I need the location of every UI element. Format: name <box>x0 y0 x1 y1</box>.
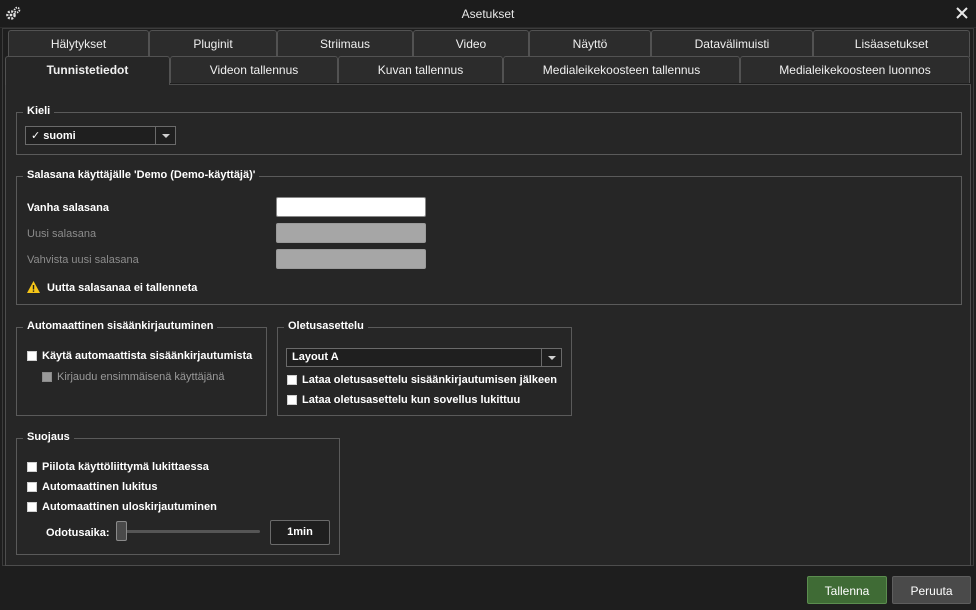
confirm-password-label: Vahvista uusi salasana <box>27 254 139 266</box>
tab-media-clip-draft[interactable]: Medialeikekoosteen luonnos <box>740 56 970 83</box>
chevron-down-icon <box>155 127 175 144</box>
tab-media-clip-recording[interactable]: Medialeikekoosteen tallennus <box>503 56 740 83</box>
tab-plugins[interactable]: Pluginit <box>149 30 277 57</box>
window-title: Asetukset <box>461 7 515 21</box>
layout-value: Layout A <box>292 351 339 363</box>
protection-legend: Suojaus <box>23 431 74 443</box>
wait-time-slider-handle[interactable] <box>116 521 127 541</box>
tab-data-cache[interactable]: Datavälimuisti <box>651 30 813 57</box>
tab-display[interactable]: Näyttö <box>529 30 651 57</box>
language-select[interactable]: ✓ suomi <box>25 126 176 145</box>
autologin-label: Käytä automaattista sisäänkirjautumista <box>42 350 253 362</box>
new-password-label: Uusi salasana <box>27 228 97 240</box>
load-on-unlock-label: Lataa oletusasettelu kun sovellus lukitt… <box>302 394 521 406</box>
wait-time-track[interactable] <box>116 530 260 533</box>
tab-streaming[interactable]: Striimaus <box>277 30 413 57</box>
save-button[interactable]: Tallenna <box>807 576 887 604</box>
tab-video[interactable]: Video <box>413 30 529 57</box>
layout-select[interactable]: Layout A <box>286 348 562 367</box>
first-user-label: Kirjaudu ensimmäisenä käyttäjänä <box>57 371 225 383</box>
cancel-button[interactable]: Peruuta <box>892 576 971 604</box>
language-value: ✓ suomi <box>31 130 76 142</box>
hide-ui-checkbox[interactable] <box>27 462 37 472</box>
title-bar: Asetukset <box>0 0 976 28</box>
tab-credentials[interactable]: Tunnistetiedot <box>5 56 170 85</box>
warning-icon <box>27 281 40 293</box>
tab-alerts[interactable]: Hälytykset <box>8 30 149 57</box>
close-icon[interactable] <box>954 5 970 21</box>
new-password-field[interactable] <box>276 223 426 243</box>
first-user-checkbox[interactable] <box>42 372 52 382</box>
chevron-down-icon <box>541 349 561 366</box>
tab-image-recording[interactable]: Kuvan tallennus <box>338 56 503 83</box>
language-legend: Kieli <box>23 105 55 117</box>
password-legend: Salasana käyttäjälle 'Demo (Demo-käyttäj… <box>23 169 260 181</box>
password-warning: Uutta salasanaa ei tallenneta <box>47 282 198 294</box>
confirm-password-field[interactable] <box>276 249 426 269</box>
old-password-label: Vanha salasana <box>27 202 109 214</box>
auto-lock-checkbox[interactable] <box>27 482 37 492</box>
tab-advanced[interactable]: Lisäasetukset <box>813 30 970 57</box>
autologin-checkbox[interactable] <box>27 351 37 361</box>
load-after-login-checkbox[interactable] <box>287 375 297 385</box>
auto-logout-label: Automaattinen uloskirjautuminen <box>42 501 217 513</box>
load-on-unlock-checkbox[interactable] <box>287 395 297 405</box>
auto-lock-label: Automaattinen lukitus <box>42 481 158 493</box>
default-layout-legend: Oletusasettelu <box>284 320 368 332</box>
old-password-field[interactable] <box>276 197 426 217</box>
auto-logout-checkbox[interactable] <box>27 502 37 512</box>
wait-time-label: Odotusaika: <box>46 527 110 539</box>
load-after-login-label: Lataa oletusasettelu sisäänkirjautumisen… <box>302 374 557 386</box>
tab-video-recording[interactable]: Videon tallennus <box>170 56 338 83</box>
wait-time-value[interactable]: 1min <box>270 520 330 545</box>
hide-ui-label: Piilota käyttöliittymä lukittaessa <box>42 461 209 473</box>
autologin-legend: Automaattinen sisäänkirjautuminen <box>23 320 218 332</box>
